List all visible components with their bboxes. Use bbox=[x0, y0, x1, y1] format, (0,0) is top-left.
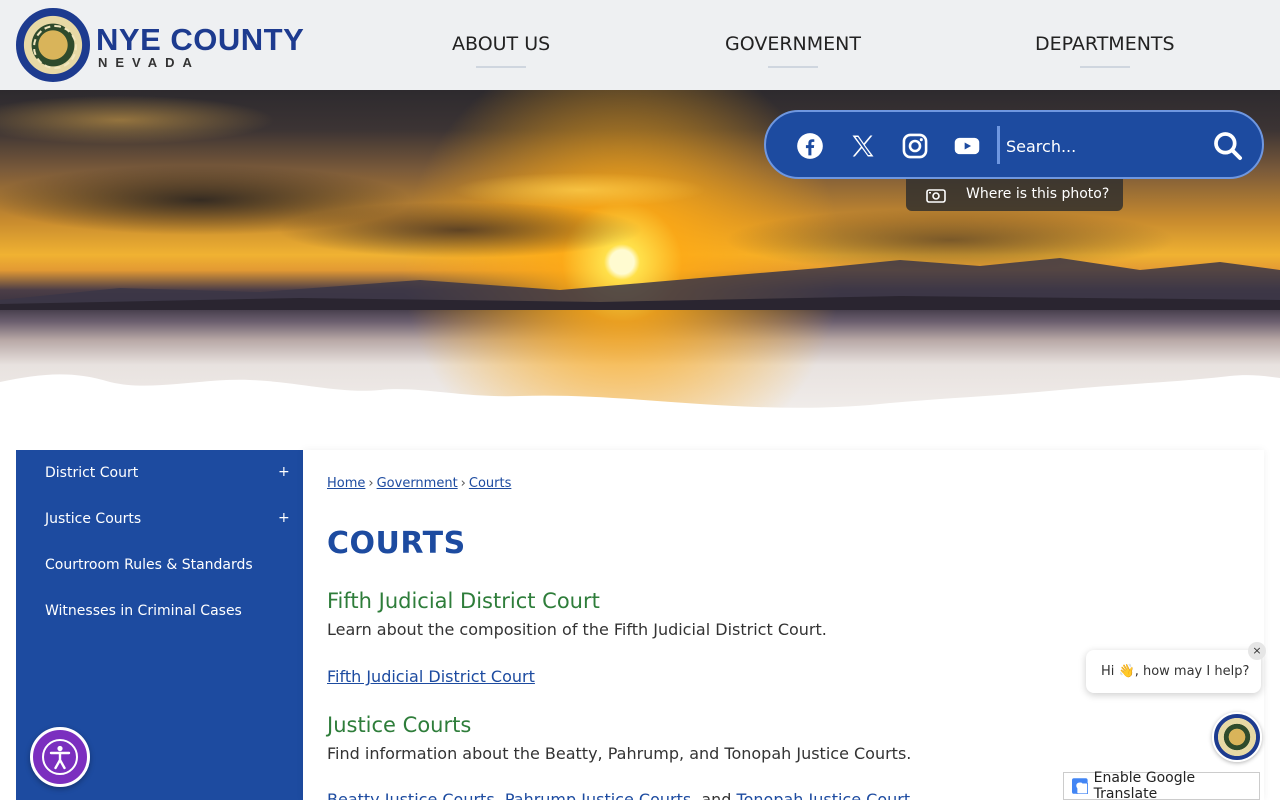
link-beatty-justice-courts[interactable]: Beatty Justice Courts bbox=[327, 790, 495, 800]
expand-district-court-button[interactable]: + bbox=[278, 464, 290, 480]
chat-greeting-text: Hi 👋, how may I help? bbox=[1101, 664, 1250, 679]
site-header: NYE COUNTY NEVADA ABOUT US GOVERNMENT DE… bbox=[0, 0, 1280, 90]
sidebar-item-justice-courts[interactable]: Justice Courts bbox=[45, 511, 141, 527]
main-content: Home › Government › Courts COURTS Fifth Judi… bbox=[303, 450, 1264, 800]
sidebar-item-witnesses[interactable]: Witnesses in Criminal Cases bbox=[45, 603, 242, 619]
svg-text:G: G bbox=[1076, 782, 1083, 792]
logo-subtitle: NEVADA bbox=[98, 54, 200, 70]
link-tonopah-justice-court[interactable]: Tonopah Justice Court bbox=[737, 790, 911, 800]
section-description-district-court: Learn about the composition of the Fifth… bbox=[327, 620, 827, 639]
where-is-this-photo-button[interactable]: Where is this photo? bbox=[906, 179, 1123, 211]
section-description-justice-courts: Find information about the Beatty, Pahru… bbox=[327, 744, 912, 763]
county-seal-icon bbox=[16, 8, 90, 82]
expand-justice-courts-button[interactable]: + bbox=[278, 510, 290, 526]
chat-close-button[interactable]: × bbox=[1248, 642, 1266, 660]
google-translate-button[interactable]: G Enable Google Translate bbox=[1063, 770, 1260, 800]
page-title: COURTS bbox=[327, 526, 466, 561]
hero-wave-divider bbox=[0, 374, 1280, 430]
google-translate-label: Enable Google Translate bbox=[1093, 770, 1196, 800]
search-icon[interactable] bbox=[1212, 130, 1244, 162]
search-input[interactable] bbox=[1006, 128, 1206, 164]
logo-title: NYE COUNTY bbox=[96, 21, 305, 57]
accessibility-icon bbox=[42, 739, 78, 775]
x-twitter-icon[interactable] bbox=[849, 132, 877, 160]
link-pahrump-justice-courts[interactable]: Pahrump Justice Courts bbox=[505, 790, 691, 800]
site-logo[interactable]: NYE COUNTY NEVADA bbox=[16, 8, 304, 82]
section-heading-justice-courts: Justice Courts bbox=[327, 713, 472, 737]
justice-courts-links: Beatty Justice Courts, Pahrump Justice C… bbox=[327, 790, 910, 800]
sidebar-item-district-court[interactable]: District Court bbox=[45, 465, 138, 481]
breadcrumb-courts[interactable]: Courts bbox=[469, 476, 512, 491]
nav-departments[interactable]: DEPARTMENTS bbox=[1035, 33, 1175, 55]
link-fifth-judicial-district-court[interactable]: Fifth Judicial District Court bbox=[327, 667, 535, 686]
chat-greeting-bubble[interactable]: Hi 👋, how may I help? bbox=[1086, 650, 1261, 693]
breadcrumb-government[interactable]: Government bbox=[377, 476, 458, 491]
instagram-icon[interactable] bbox=[901, 132, 929, 160]
sidebar-item-courtroom-rules[interactable]: Courtroom Rules & Standards bbox=[45, 557, 253, 573]
chatbot-avatar-icon[interactable] bbox=[1212, 712, 1262, 762]
nav-government[interactable]: GOVERNMENT bbox=[725, 33, 861, 55]
facebook-icon[interactable] bbox=[796, 132, 824, 160]
accessibility-button[interactable] bbox=[30, 727, 90, 787]
section-heading-district-court: Fifth Judicial District Court bbox=[327, 589, 600, 613]
breadcrumb: Home › Government › Courts bbox=[327, 476, 512, 491]
youtube-icon[interactable] bbox=[953, 132, 981, 160]
breadcrumb-home[interactable]: Home bbox=[327, 476, 365, 491]
social-search-divider bbox=[997, 126, 1000, 164]
nav-about-us[interactable]: ABOUT US bbox=[452, 33, 550, 55]
photo-tag-label: Where is this photo? bbox=[966, 186, 1110, 202]
social-search-bar bbox=[764, 110, 1264, 179]
mountain-silhouette bbox=[0, 258, 1280, 310]
camera-icon bbox=[926, 189, 946, 203]
google-translate-icon: G bbox=[1072, 778, 1088, 794]
